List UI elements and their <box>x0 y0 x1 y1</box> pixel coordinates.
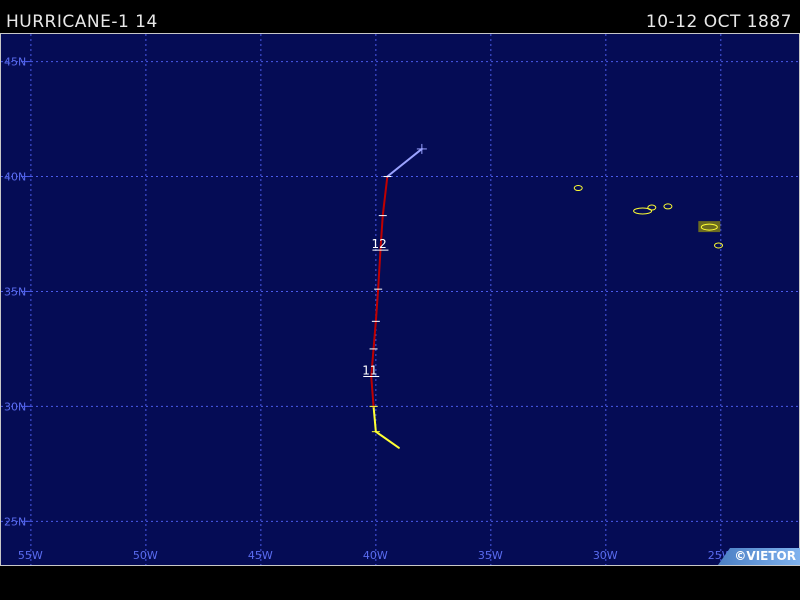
island-outline <box>663 203 673 210</box>
grid-lines <box>1 34 799 565</box>
lon-label: 40W <box>363 549 388 562</box>
lon-label: 45W <box>248 549 273 562</box>
lon-label: 50W <box>133 549 158 562</box>
track-segment <box>370 375 375 408</box>
lon-label: 55W <box>18 549 43 562</box>
storm-title: HURRICANE-1 14 <box>6 12 158 32</box>
island-outline <box>714 242 724 249</box>
credit-badge: ©VIETOR <box>718 548 800 565</box>
lon-label: 30W <box>593 549 618 562</box>
lat-label: 35N <box>4 285 26 298</box>
storm-track: 11 12 <box>362 143 427 449</box>
track-segment <box>377 249 382 291</box>
map-canvas: 1112 25N30N35N40N45N55W 50W 45W 40W 35W 30W 25… <box>1 34 799 565</box>
lat-label: 45N <box>4 56 26 69</box>
track-segment <box>374 430 400 449</box>
track-segment <box>386 147 423 178</box>
lat-label: 40N <box>4 171 26 184</box>
track-segment <box>374 288 380 323</box>
track-segment <box>381 175 389 217</box>
storm-dates: 10-12 OCT 1887 <box>645 12 792 32</box>
day-label: 12 <box>371 237 386 251</box>
azores-islands <box>573 185 724 249</box>
day-label: 11 <box>362 364 377 378</box>
track-map[interactable]: 11 12 25N 30N 35N 40N 45N 55W 50W 45W 40W 35W 30W 25… <box>0 33 800 566</box>
axis-labels: 25N30N35N40N45N55W 50W 45W 40W 35W 30W 25W <box>4 56 733 562</box>
island-outline <box>647 204 657 211</box>
lat-label: 25N <box>4 515 26 528</box>
lat-label: 30N <box>4 400 26 413</box>
lon-label: 35W <box>478 549 503 562</box>
island-outline <box>573 185 583 192</box>
